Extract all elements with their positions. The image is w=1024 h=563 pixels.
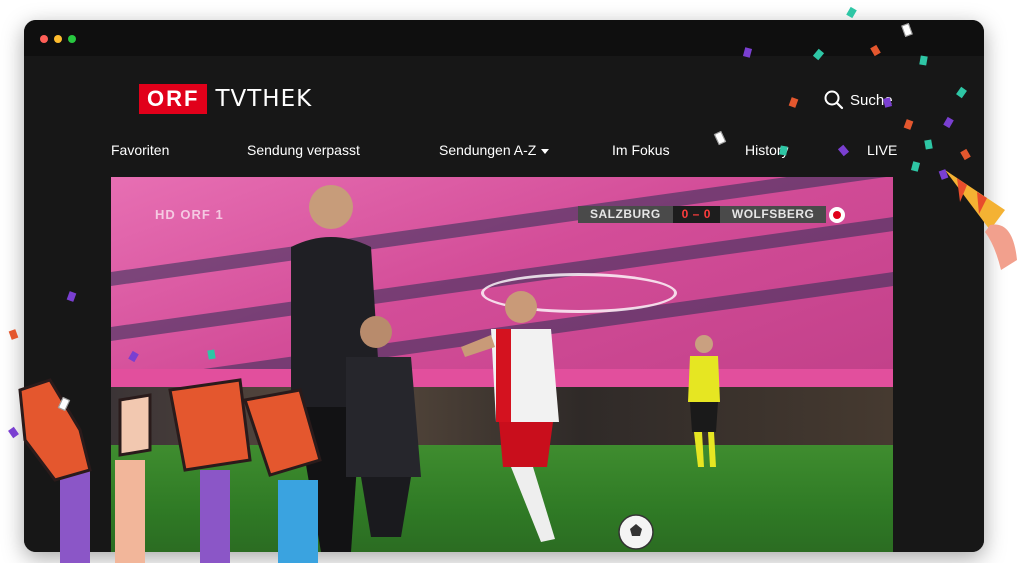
confetti bbox=[846, 6, 857, 19]
scoreboard: SALZBURG 0 – 0 WOLFSBERG bbox=[578, 206, 846, 223]
match-score: 0 – 0 bbox=[672, 206, 720, 223]
minimize-window-button[interactable] bbox=[54, 35, 62, 43]
nav-sendungen-a-z-label: Sendungen A-Z bbox=[439, 142, 537, 158]
nav-sendungen-a-z[interactable]: Sendungen A-Z bbox=[439, 142, 550, 158]
logo-orf: ORF bbox=[139, 84, 208, 114]
nav-sendung-verpasst[interactable]: Sendung verpasst bbox=[247, 142, 360, 158]
channel-logo: HD ORF 1 bbox=[155, 207, 224, 222]
nav-favoriten[interactable]: Favoriten bbox=[111, 142, 169, 158]
football bbox=[618, 514, 654, 550]
referee bbox=[688, 335, 720, 467]
confetti bbox=[924, 139, 933, 150]
confetti bbox=[8, 329, 19, 340]
logo-tvthek: TVTHEK bbox=[215, 86, 313, 112]
site-logo[interactable]: ORF TVTHEK bbox=[139, 84, 312, 114]
nav-im-fokus[interactable]: Im Fokus bbox=[612, 142, 670, 158]
nav-live[interactable]: LIVE bbox=[867, 142, 897, 158]
home-team: SALZBURG bbox=[578, 206, 673, 223]
away-team: WOLFSBERG bbox=[719, 206, 827, 223]
search-icon bbox=[824, 90, 844, 110]
browser-titlebar bbox=[24, 20, 984, 57]
maximize-window-button[interactable] bbox=[68, 35, 76, 43]
league-badge-icon bbox=[829, 206, 846, 223]
confetti bbox=[207, 349, 216, 360]
chevron-down-icon bbox=[541, 148, 550, 154]
foam-hands-illustration bbox=[18, 378, 322, 563]
party-popper-icon bbox=[945, 170, 1017, 270]
close-window-button[interactable] bbox=[40, 35, 48, 43]
